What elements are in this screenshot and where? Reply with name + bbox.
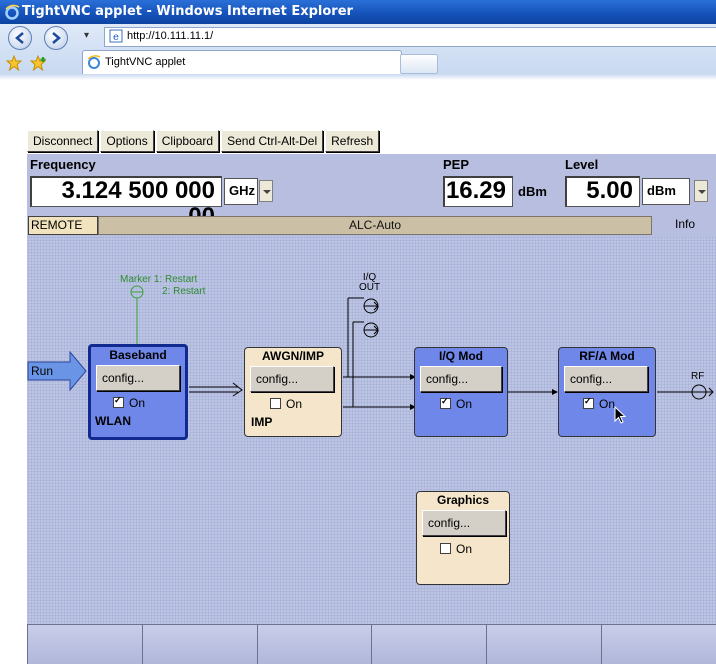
rf-a-mod-block[interactable]: RF/A Mod config... On	[558, 347, 656, 437]
softkey-1[interactable]	[27, 624, 142, 664]
iq-out-label: I/Q OUT	[359, 272, 381, 293]
baseband-block[interactable]: Baseband config... On WLAN	[88, 344, 188, 440]
iq-mod-block[interactable]: I/Q Mod config... On	[414, 347, 508, 437]
marker-2-label: 2: Restart	[162, 286, 206, 297]
softkey-4[interactable]	[371, 624, 487, 664]
graphics-title: Graphics	[436, 493, 490, 507]
rf-a-mod-on-checkbox[interactable]: On	[583, 396, 615, 411]
iq-mod-title: I/Q Mod	[439, 349, 483, 363]
mouse-cursor-icon	[614, 406, 627, 424]
baseband-on-checkbox[interactable]: On	[113, 395, 145, 410]
run-label[interactable]: Run	[31, 364, 53, 378]
iq-mod-config-button[interactable]: config...	[420, 366, 502, 392]
awgn-imp-on-checkbox[interactable]: On	[270, 397, 302, 411]
graphics-block[interactable]: Graphics config... On	[416, 491, 510, 585]
signal-flow-lines	[27, 285, 714, 410]
baseband-config-button[interactable]: config...	[96, 365, 180, 391]
rf-a-mod-title: RF/A Mod	[579, 349, 635, 363]
baseband-title: Baseband	[109, 348, 167, 362]
graphics-config-button[interactable]: config...	[422, 510, 506, 536]
marker-label: Marker 1: Restart	[120, 274, 198, 285]
rf-output-label: RF	[691, 371, 705, 382]
awgn-imp-mode: IMP	[251, 415, 273, 429]
awgn-imp-block[interactable]: AWGN/IMP config... On IMP	[244, 347, 342, 437]
awgn-imp-config-button[interactable]: config...	[250, 366, 334, 392]
softkey-5[interactable]	[486, 624, 602, 664]
awgn-imp-title: AWGN/IMP	[262, 349, 324, 363]
softkey-6[interactable]	[601, 624, 716, 664]
iq-mod-on-checkbox[interactable]: On	[440, 396, 472, 411]
softkey-3[interactable]	[256, 624, 372, 664]
graphics-on-checkbox[interactable]: On	[440, 542, 472, 556]
softkey-2[interactable]	[141, 624, 257, 664]
rf-a-mod-config-button[interactable]: config...	[564, 366, 648, 392]
softkey-bar	[27, 624, 716, 664]
baseband-mode: WLAN	[95, 414, 131, 428]
